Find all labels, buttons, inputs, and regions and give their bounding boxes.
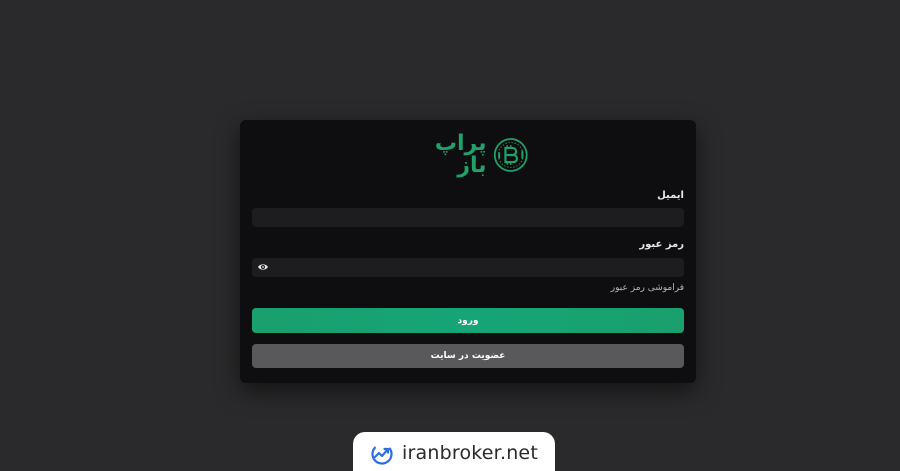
eye-icon[interactable] — [257, 261, 269, 273]
password-label: رمز عبور — [639, 239, 684, 250]
register-button[interactable]: عضویت در سایت — [252, 344, 684, 368]
bitcoin-logo-icon — [493, 138, 528, 172]
brand-name: پراپ باز — [434, 131, 487, 178]
password-input[interactable] — [252, 258, 684, 277]
forgot-password-link[interactable]: فراموشی رمز عبور — [611, 283, 684, 293]
chart-trend-icon — [371, 443, 393, 465]
login-card: پراپ باز ایمیل رمز عبور فراموشی رمز عبور — [240, 120, 696, 383]
email-input[interactable] — [252, 208, 684, 227]
email-label: ایمیل — [657, 190, 684, 201]
login-button[interactable]: ورود — [252, 308, 684, 333]
brand-logo: پراپ باز — [408, 132, 528, 178]
login-page: پراپ باز ایمیل رمز عبور فراموشی رمز عبور — [0, 0, 900, 471]
watermark-text: iranbroker.net — [402, 441, 538, 464]
watermark-badge: iranbroker.net — [353, 432, 555, 471]
